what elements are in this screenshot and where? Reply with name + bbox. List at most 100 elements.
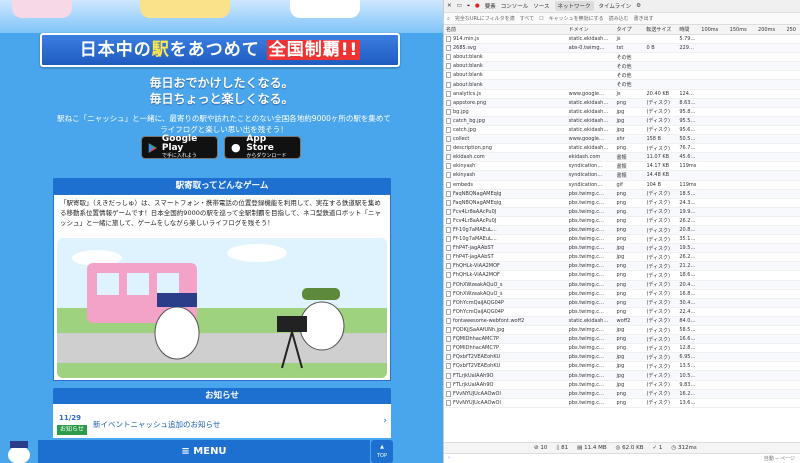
network-row[interactable]: bg.jpg static.ekidash… jpg (ディスク) 95.8…	[444, 108, 800, 117]
cell-domain: pbs.twimg.c…	[568, 354, 605, 361]
network-row[interactable]: FhQHLk-ViAA2MOF pbs.twimg.c… png (ディスク) 18.6…	[444, 271, 800, 281]
error-icon[interactable]: ●	[475, 3, 480, 9]
cell-domain: static.ekidash…	[568, 145, 609, 152]
tab-network[interactable]: ネットワーク	[554, 1, 594, 11]
cell-time: 20.8…	[679, 227, 696, 234]
filter-type-select[interactable]: すべて	[520, 15, 534, 22]
cell-name-text: Fcv4Lr8aAAcPu0J	[453, 217, 497, 224]
network-row[interactable]: FQMIDhhacAMC7P pbs.twimg.c… png (ディスク) 12.8…	[444, 344, 800, 354]
network-row[interactable]: Ff-10g7aMAEuL… pbs.twimg.c… png (ディスク) 35.1…	[444, 235, 800, 245]
network-row[interactable]: collect www.google… xhr 158 B 50.5…	[444, 135, 800, 145]
network-row[interactable]: FQxbfT2VEAEohKU pbs.twimg.c… jpg (ディスク) 6.95…	[444, 353, 800, 363]
network-row[interactable]: FQxbfT2VEAEohKU pbs.twimg.c… jpg (ディスク) 13.5…	[444, 362, 800, 372]
network-row[interactable]: FTLrjkUaIAAh9O pbs.twimg.c… jpg (ディスク) 10.5…	[444, 371, 800, 381]
filter-input[interactable]: 完全なURLにフィルタを適	[455, 15, 515, 22]
column-name[interactable]: 名前	[444, 26, 567, 33]
file-icon	[446, 54, 451, 61]
cell-type: png	[616, 345, 627, 352]
cell-size: (ディスク)	[646, 327, 670, 334]
news-item[interactable]: 11/29 お知らせ 新イベントニャッシュ追加のお知らせ ›	[53, 404, 391, 438]
network-row[interactable]: FVvNYUJUcAAOwOl pbs.twimg.c… png (ディスク) 13.6…	[444, 399, 800, 408]
network-row[interactable]: FaqNBQNagAMEqlg pbs.twimg.c… png (ディスク) 24.3…	[444, 199, 800, 208]
cell-type: jpg	[616, 245, 625, 252]
import-button[interactable]: 読み込む	[609, 15, 629, 22]
tab-sources[interactable]: ソース	[533, 2, 549, 10]
network-row[interactable]: Fcv4Lr8aAAcPu0J pbs.twimg.c… png (ディスク) 26.2…	[444, 217, 800, 226]
file-icon	[446, 308, 451, 315]
app-store-button[interactable]: ● App Store からダウンロード	[224, 135, 301, 159]
column-transfer-size[interactable]: 転送サイズ	[644, 26, 677, 33]
network-row[interactable]: 2685.svg abs-0.twimg… txt 0 B 229…	[444, 44, 800, 54]
menu-button[interactable]: ≡ MENU	[38, 440, 370, 463]
network-row[interactable]: 914.min.js static.ekidash… js 5.79…	[444, 35, 800, 45]
close-icon[interactable]: ✕	[447, 3, 452, 9]
export-button[interactable]: 書き出す	[634, 15, 654, 22]
network-row[interactable]: about:blank その他	[444, 62, 800, 72]
network-row[interactable]: catch_bg.jpg static.ekidash… jpg (ディスク) 95.5…	[444, 116, 800, 126]
banner-text-highlight: 全国制覇!!	[266, 40, 361, 60]
network-row[interactable]: FhP4T-jagAAbST pbs.twimg.c… jpg (ディスク) 26.2…	[444, 253, 800, 263]
cell-size: (ディスク)	[646, 209, 670, 216]
network-row[interactable]: FTLrjkUaIAAh9O pbs.twimg.c… jpg (ディスク) 9.83…	[444, 381, 800, 390]
network-row[interactable]: description.png static.ekidash… png (ディスク) 7…	[444, 144, 800, 154]
cell-size: (ディスク)	[646, 191, 670, 198]
file-icon	[446, 145, 451, 152]
network-row[interactable]: FVvNYUJUcAAOwOl pbs.twimg.c… png (ディスク) 16.2…	[444, 389, 800, 399]
network-row[interactable]: ekinyash syndication… 書類 14.17 KB 119ms	[444, 162, 800, 172]
chevron-right-icon: ›	[383, 416, 387, 426]
column-type[interactable]: タイプ	[615, 26, 645, 33]
network-row[interactable]: fontawesome-webfont.woff2 static.ekidash……	[444, 316, 800, 326]
tab-timelines[interactable]: タイムライン	[599, 2, 632, 10]
network-row[interactable]: FOhXWzeakAQuO_s pbs.twimg.c… png (ディスク) 20.4…	[444, 280, 800, 290]
cache-checkbox[interactable]: ☐	[539, 16, 543, 22]
gear-icon[interactable]: ⚙	[636, 3, 641, 9]
network-row[interactable]: FhQHLk-ViAA2MOF pbs.twimg.c… png (ディスク) 21.2…	[444, 262, 800, 272]
network-row[interactable]: analytics.js www.google… js 20.40 KB 124…	[444, 90, 800, 99]
network-row[interactable]: FOhXWzeakAQuO_s pbs.twimg.c… png (ディスク) 16.8…	[444, 290, 800, 299]
column-domain[interactable]: ドメイン	[567, 26, 615, 33]
network-row[interactable]: appstore.png static.ekidash… png (ディスク) 8.63…	[444, 98, 800, 108]
file-icon	[446, 217, 451, 224]
network-row[interactable]: Ff-10g7aMAEuL… pbs.twimg.c… png (ディスク) 20.8…	[444, 225, 800, 236]
column-time[interactable]: 時間	[677, 26, 699, 33]
file-icon	[446, 354, 451, 361]
apple-icon: ●	[231, 140, 241, 154]
news-title[interactable]: 新イベントニャッシュ追加のお知らせ	[93, 419, 220, 430]
network-row[interactable]: ekidash.com ekidash.com 書類 11.07 KB 45.6…	[444, 153, 800, 163]
google-play-button[interactable]: Google Play で手に入れよう	[141, 135, 218, 159]
network-row[interactable]: about:blank その他	[444, 53, 800, 63]
cell-size: (ディスク)	[646, 145, 670, 152]
network-row[interactable]: embeds syndication… gif 104 B 119ms	[444, 181, 800, 190]
cell-domain: pbs.twimg.c…	[568, 372, 605, 379]
cell-size: (ディスク)	[646, 282, 670, 289]
network-row[interactable]: about:blank その他	[444, 80, 800, 90]
dock-icon[interactable]: ▭	[457, 3, 462, 9]
cell-name: about:blank	[444, 72, 567, 79]
network-row[interactable]: FhP4T-jagAAbST pbs.twimg.c… jpg (ディスク) 19.5…	[444, 244, 800, 254]
network-row[interactable]: Fcv4Lr8aAAcPu0J pbs.twimg.c… png (ディスク) 19.9…	[444, 207, 800, 217]
cell-size: (ディスク)	[646, 254, 670, 261]
network-row[interactable]: about:blank その他	[444, 71, 800, 81]
network-row[interactable]: FaqNBQNagAMEqlg pbs.twimg.c… png (ディスク) 18.5…	[444, 189, 800, 199]
file-icon	[446, 90, 451, 97]
prompt-chevron-icon: ›	[448, 455, 450, 461]
file-icon	[446, 72, 451, 79]
back-to-top-button[interactable]: ▲ TOP	[371, 440, 393, 463]
tab-elements[interactable]: 要素	[485, 2, 496, 10]
network-row[interactable]: FOhYcmQaiJAQG04P pbs.twimg.c… png (ディスク) 30.…	[444, 298, 800, 308]
console-prompt[interactable]: › 自動 ─ ページ	[444, 453, 800, 463]
cell-name: FQMIDhhacAMC7P	[444, 336, 567, 343]
network-row[interactable]: FOhYcmQaiJAQG04P pbs.twimg.c… png (ディスク) 22.…	[444, 308, 800, 317]
network-row[interactable]: catch.jpg static.ekidash… jpg (ディスク) 95.6…	[444, 126, 800, 136]
tab-console[interactable]: コンソール	[501, 2, 529, 10]
network-row[interactable]: FQDKjjSaAAfUNh.jpg pbs.twimg.c… jpg (ディスク) 5…	[444, 326, 800, 336]
cell-name: FVvNYUJUcAAOwOl	[444, 399, 567, 406]
file-icon	[446, 190, 451, 197]
status-value: 11.4 MB	[584, 445, 607, 451]
network-row[interactable]: ekinyash syndication… 書類 14.48 KB	[444, 171, 800, 181]
cell-name: FOhYcmQaiJAQG04P	[444, 308, 567, 315]
network-row[interactable]: FQMIDhhacAMC7P pbs.twimg.c… png (ディスク) 16.6…	[444, 335, 800, 345]
cell-name: FVvNYUJUcAAOwOl	[444, 390, 567, 397]
inspect-icon[interactable]: ⌖	[467, 3, 470, 10]
console-context[interactable]: 自動 ─ ページ	[764, 455, 795, 462]
